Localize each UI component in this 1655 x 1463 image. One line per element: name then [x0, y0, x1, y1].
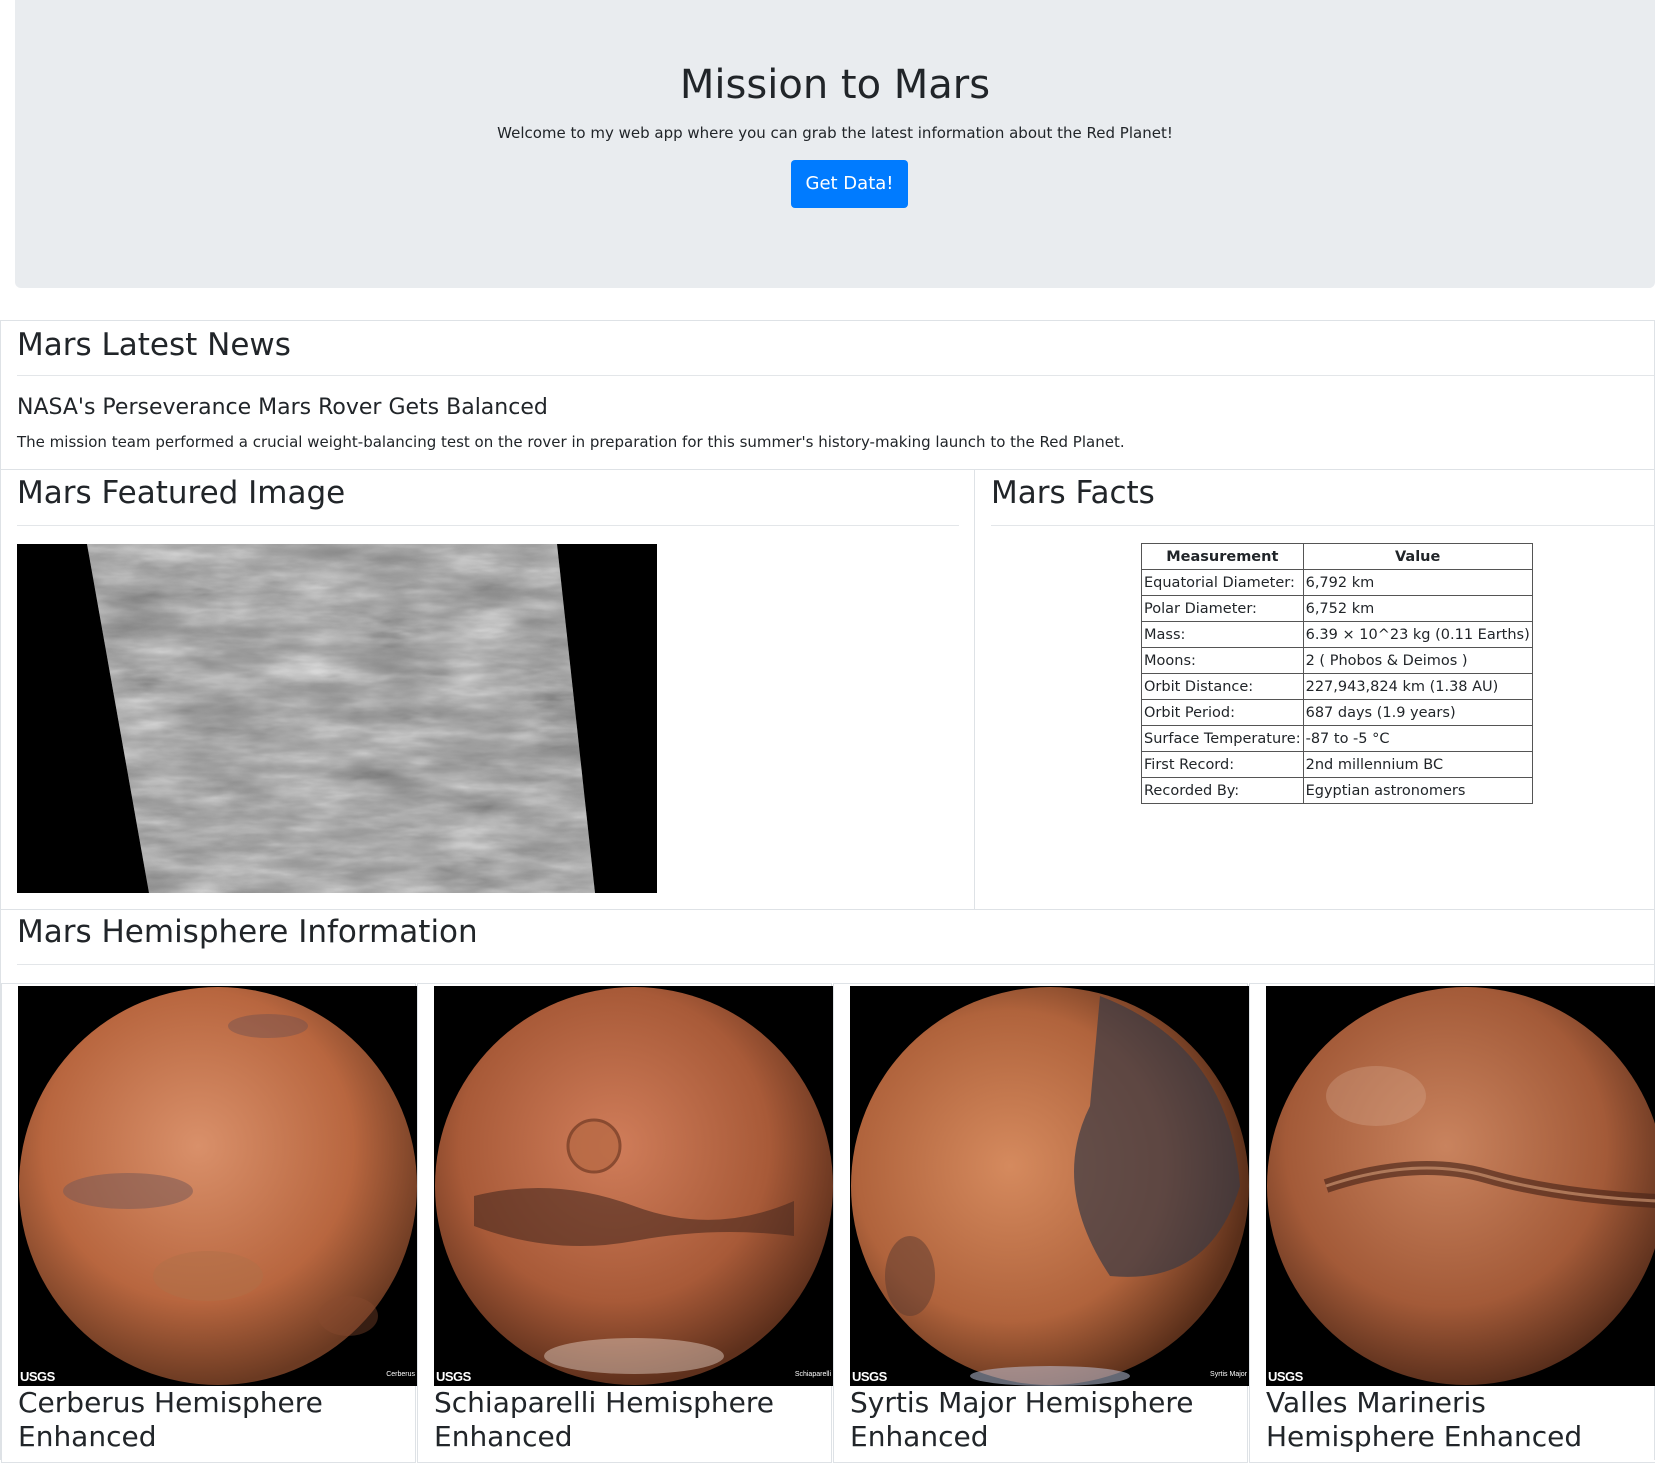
hemispheres-section-title: Mars Hemisphere Information	[17, 914, 478, 950]
measurement-cell: Moons:	[1141, 647, 1304, 674]
table-row: Orbit Period: 687 days (1.9 years)	[1141, 699, 1533, 726]
table-row: Mass: 6.39 × 10^23 kg (0.11 Earths)	[1141, 621, 1533, 648]
value-cell: Egyptian astronomers	[1302, 777, 1533, 804]
column-header-value: Value	[1302, 543, 1533, 570]
featured-image-section: Mars Featured Image	[0, 469, 975, 910]
table-row: Moons: 2 ( Phobos & Deimos )	[1141, 647, 1533, 674]
measurement-cell: Mass:	[1141, 621, 1304, 648]
page-title: Mission to Mars	[679, 62, 991, 108]
hemisphere-title: Syrtis Major Hemisphere Enhanced	[850, 1386, 1194, 1453]
table-row: Surface Temperature: -87 to -5 °C	[1141, 725, 1533, 752]
hemisphere-card: USGS Cerberus Cerberus Hemisphere Enhanc…	[1, 983, 418, 1463]
featured-image	[17, 544, 657, 893]
column-header-measurement: Measurement	[1141, 543, 1304, 570]
value-cell: 6,752 km	[1302, 595, 1533, 622]
table-row: Equatorial Diameter: 6,792 km	[1141, 569, 1533, 596]
table-row: Recorded By: Egyptian astronomers	[1141, 777, 1533, 804]
table-row: Polar Diameter: 6,752 km	[1141, 595, 1533, 622]
table-row: Orbit Distance: 227,943,824 km (1.38 AU)	[1141, 673, 1533, 700]
value-cell: 2 ( Phobos & Deimos )	[1302, 647, 1533, 674]
divider	[17, 964, 1654, 965]
hemisphere-card: USGS Valles Marineris Hemisphere Enhance…	[1249, 983, 1655, 1463]
hemispheres-section: Mars Hemisphere Information USGS Cerberu…	[0, 909, 1655, 1463]
hemisphere-card: USGS Schiaparelli Schiaparelli Hemispher…	[417, 983, 834, 1463]
hemisphere-title: Cerberus Hemisphere Enhanced	[18, 1386, 323, 1453]
facts-table: Measurement Value Equatorial Diameter: 6,…	[1141, 543, 1533, 804]
measurement-cell: Orbit Period:	[1141, 699, 1304, 726]
news-teaser: The mission team performed a crucial wei…	[17, 433, 1125, 451]
news-section: Mars Latest News NASA's Perseverance Mar…	[0, 320, 1655, 470]
hero-banner: Mission to Mars Welcome to my web app wh…	[15, 0, 1655, 288]
get-data-button[interactable]: Get Data!	[791, 160, 908, 208]
value-cell: 687 days (1.9 years)	[1302, 699, 1533, 726]
value-cell: 2nd millennium BC	[1302, 751, 1533, 778]
hemisphere-image: USGS Cerberus	[18, 986, 418, 1386]
image-caption: Syrtis Major	[1210, 1371, 1247, 1378]
measurement-cell: Orbit Distance:	[1141, 673, 1304, 700]
usgs-logo: USGS	[1268, 1369, 1303, 1384]
measurement-cell: Surface Temperature:	[1141, 725, 1304, 752]
hemisphere-title: Schiaparelli Hemisphere Enhanced	[434, 1386, 774, 1453]
hemisphere-image: USGS	[1266, 986, 1655, 1386]
value-cell: -87 to -5 °C	[1302, 725, 1533, 752]
usgs-logo: USGS	[20, 1369, 55, 1384]
divider	[17, 375, 1654, 376]
facts-section: Mars Facts Measurement Value Equatorial …	[974, 469, 1655, 910]
measurement-cell: Recorded By:	[1141, 777, 1304, 804]
image-caption: Cerberus	[386, 1371, 415, 1378]
divider	[17, 525, 959, 526]
measurement-cell: Equatorial Diameter:	[1141, 569, 1304, 596]
hemisphere-image: USGS Syrtis Major	[850, 986, 1250, 1386]
news-section-title: Mars Latest News	[17, 327, 291, 363]
usgs-logo: USGS	[852, 1369, 887, 1384]
facts-section-title: Mars Facts	[991, 475, 1155, 511]
image-caption: Schiaparelli	[794, 1371, 831, 1378]
value-cell: 6,792 km	[1302, 569, 1533, 596]
page-subtitle: Welcome to my web app where you can grab…	[497, 124, 1173, 142]
featured-section-title: Mars Featured Image	[17, 475, 346, 511]
hemisphere-card: USGS Syrtis Major Syrtis Major Hemispher…	[833, 983, 1250, 1463]
news-headline: NASA's Perseverance Mars Rover Gets Bala…	[17, 395, 548, 420]
divider	[991, 525, 1654, 526]
hemisphere-image: USGS Schiaparelli	[434, 986, 834, 1386]
hemisphere-title: Valles Marineris Hemisphere Enhanced	[1266, 1386, 1583, 1453]
measurement-cell: Polar Diameter:	[1141, 595, 1304, 622]
measurement-cell: First Record:	[1141, 751, 1304, 778]
value-cell: 6.39 × 10^23 kg (0.11 Earths)	[1302, 621, 1533, 648]
usgs-logo: USGS	[436, 1369, 471, 1384]
table-header-row: Measurement Value	[1141, 543, 1533, 570]
table-row: First Record: 2nd millennium BC	[1141, 751, 1533, 778]
value-cell: 227,943,824 km (1.38 AU)	[1302, 673, 1533, 700]
